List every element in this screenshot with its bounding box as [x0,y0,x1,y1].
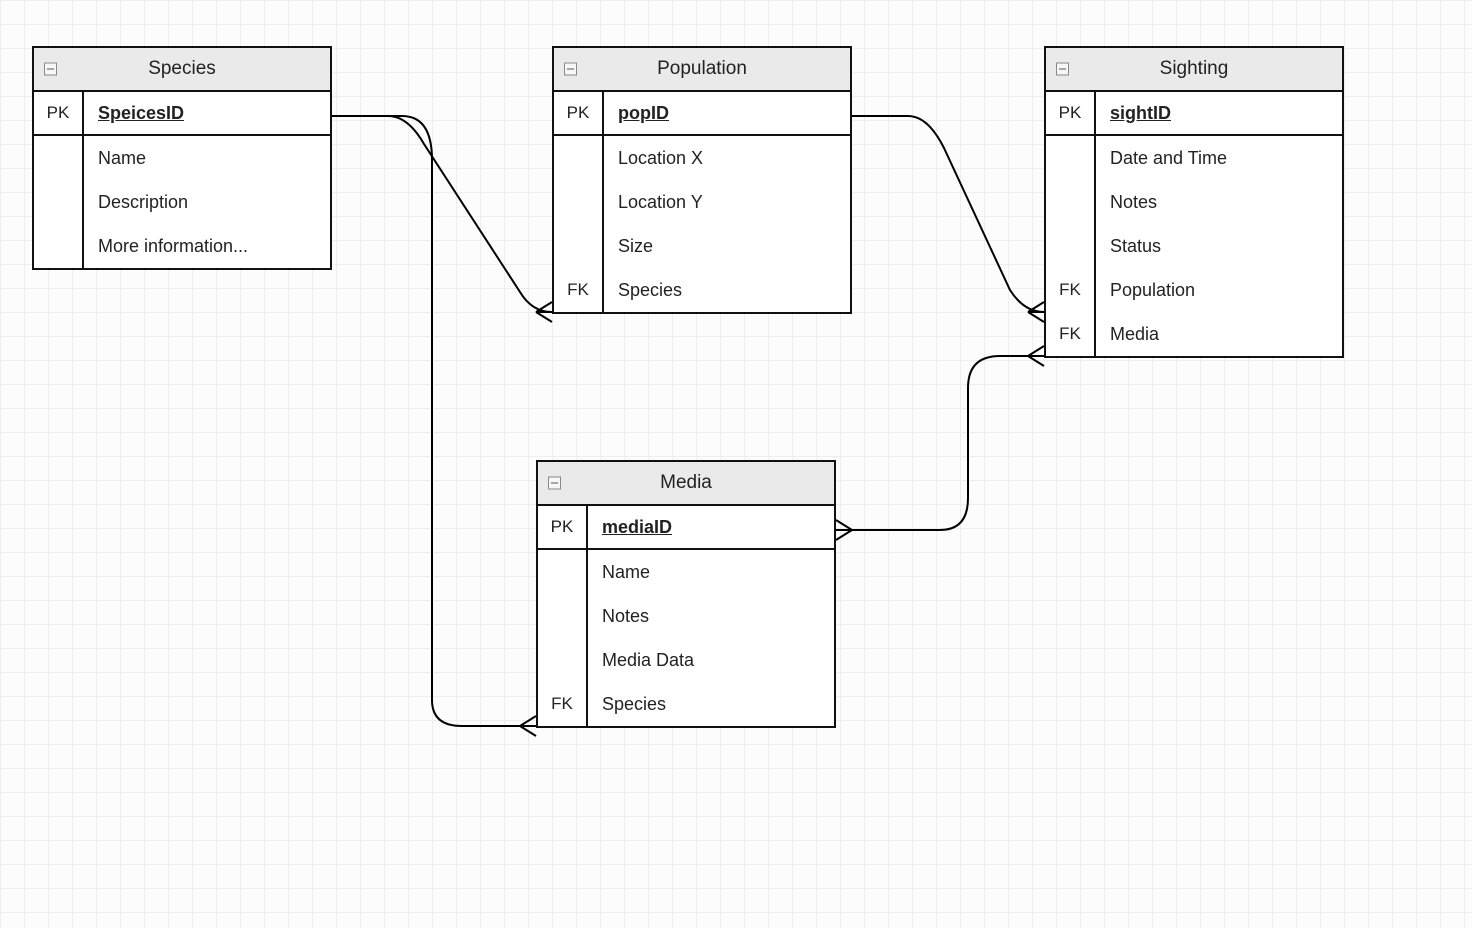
key-label [554,224,604,268]
attr-name: More information... [84,224,330,268]
key-label [554,136,604,180]
entity-header-population[interactable]: Population [554,48,850,92]
attr-row[interactable]: Media Data [538,638,834,682]
entity-media[interactable]: Media PK mediaID Name Notes Media Data F… [536,460,836,728]
attr-row[interactable]: Notes [1046,180,1342,224]
connector-media-sighting [836,356,1044,530]
key-label [34,136,84,180]
entity-title: Species [148,58,216,79]
attr-name: Date and Time [1096,136,1342,180]
pk-row[interactable]: PK mediaID [538,506,834,550]
connector-species-population [332,116,552,312]
pk-attr: mediaID [602,517,672,538]
collapse-icon[interactable] [548,477,561,490]
attr-name: Media Data [588,638,834,682]
attr-name: Notes [1096,180,1342,224]
entity-sighting[interactable]: Sighting PK sightID Date and Time Notes … [1044,46,1344,358]
attr-name: Name [84,136,330,180]
entity-header-sighting[interactable]: Sighting [1046,48,1342,92]
collapse-icon[interactable] [44,63,57,76]
entity-body-species: PK SpeicesID Name Description More infor… [34,92,330,268]
attr-row[interactable]: Status [1046,224,1342,268]
entity-population[interactable]: Population PK popID Location X Location … [552,46,852,314]
pk-attr: SpeicesID [98,103,184,124]
crowfoot-media [520,716,536,736]
attr-name: Status [1096,224,1342,268]
attr-row[interactable]: Date and Time [1046,136,1342,180]
attr-row[interactable]: FK Species [538,682,834,726]
attr-row[interactable]: Description [34,180,330,224]
key-label: PK [34,92,84,134]
attr-name: Media [1096,312,1342,356]
attr-row[interactable]: Size [554,224,850,268]
key-label [1046,136,1096,180]
key-label [554,180,604,224]
attr-row[interactable]: FK Species [554,268,850,312]
attr-name: Population [1096,268,1342,312]
entity-body-sighting: PK sightID Date and Time Notes Status FK… [1046,92,1342,356]
attr-name: Species [604,268,850,312]
key-label [34,224,84,268]
entity-body-media: PK mediaID Name Notes Media Data FK Spec… [538,506,834,726]
key-label [538,550,588,594]
entity-body-population: PK popID Location X Location Y Size FK S… [554,92,850,312]
pk-row[interactable]: PK SpeicesID [34,92,330,136]
attr-name: Size [604,224,850,268]
key-label: FK [1046,268,1096,312]
attr-name: Location Y [604,180,850,224]
key-label [1046,224,1096,268]
crowfoot-sighting-media [1028,346,1044,366]
pk-attr: popID [618,103,669,124]
key-label [538,638,588,682]
key-label [538,594,588,638]
collapse-icon[interactable] [564,63,577,76]
key-label: FK [554,268,604,312]
pk-attr: sightID [1110,103,1171,124]
key-label: FK [538,682,588,726]
pk-row[interactable]: PK sightID [1046,92,1342,136]
pk-row[interactable]: PK popID [554,92,850,136]
attr-row[interactable]: FK Population [1046,268,1342,312]
crowfoot-sighting-pop [1028,302,1044,322]
attr-row[interactable]: Name [538,550,834,594]
key-label [34,180,84,224]
key-label: PK [538,506,588,548]
key-label: PK [1046,92,1096,134]
key-label [1046,180,1096,224]
attr-name: Location X [604,136,850,180]
entity-header-media[interactable]: Media [538,462,834,506]
crowfoot-media-right [836,520,852,540]
attr-row[interactable]: Location Y [554,180,850,224]
collapse-icon[interactable] [1056,63,1069,76]
attr-row[interactable]: Name [34,136,330,180]
attr-name: Notes [588,594,834,638]
attr-row[interactable]: More information... [34,224,330,268]
entity-title: Population [657,58,747,79]
key-label: PK [554,92,604,134]
entity-species[interactable]: Species PK SpeicesID Name Description Mo… [32,46,332,270]
connector-population-sighting [852,116,1044,312]
crowfoot-population [536,302,552,322]
attr-name: Name [588,550,834,594]
entity-title: Media [660,472,712,493]
entity-header-species[interactable]: Species [34,48,330,92]
diagram-canvas: Species PK SpeicesID Name Description Mo… [0,0,1472,928]
connector-species-media [332,116,536,726]
attr-name: Species [588,682,834,726]
attr-name: Description [84,180,330,224]
entity-title: Sighting [1160,58,1229,79]
attr-row[interactable]: Notes [538,594,834,638]
attr-row[interactable]: Location X [554,136,850,180]
attr-row[interactable]: FK Media [1046,312,1342,356]
key-label: FK [1046,312,1096,356]
